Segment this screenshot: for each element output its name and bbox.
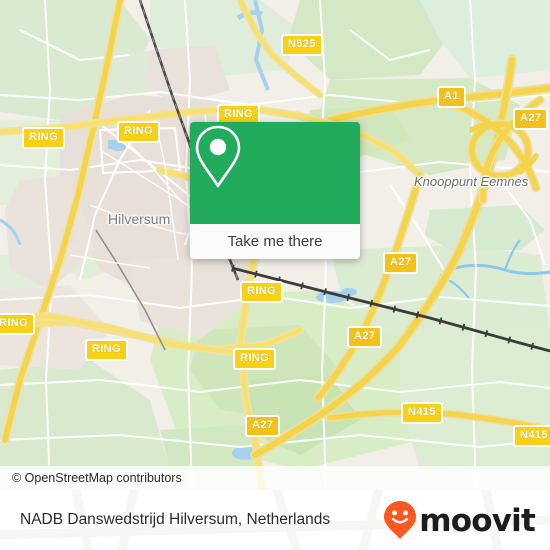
road-shield-ring[interactable]: RING bbox=[240, 281, 284, 303]
road-shield-ring[interactable]: RING bbox=[85, 339, 129, 361]
map-screenshot: Hilversum Knooppunt Eemnes N525 RING RIN… bbox=[0, 0, 550, 550]
road-shield-ring[interactable]: RING bbox=[0, 313, 36, 335]
road-shield-ring[interactable]: RING bbox=[117, 121, 161, 143]
map-canvas[interactable]: Hilversum Knooppunt Eemnes N525 RING RIN… bbox=[0, 0, 550, 490]
location-title: NADB Danswedstrijd Hilversum, Netherland… bbox=[20, 511, 331, 528]
map-pin-icon bbox=[195, 125, 241, 188]
road-shield-a1[interactable]: A1 bbox=[437, 86, 466, 108]
moovit-wordmark: moovit bbox=[419, 502, 536, 539]
road-shield-ring[interactable]: RING bbox=[233, 348, 277, 370]
road-shield-a27[interactable]: A27 bbox=[245, 415, 281, 437]
road-shield-n415[interactable]: N415 bbox=[401, 402, 443, 424]
road-shield-a27[interactable]: A27 bbox=[347, 326, 383, 348]
footer-bar: NADB Danswedstrijd Hilversum, Netherland… bbox=[0, 490, 550, 550]
osm-attribution-text[interactable]: © OpenStreetMap contributors bbox=[0, 471, 182, 485]
take-me-there-button[interactable]: Take me there bbox=[190, 224, 360, 259]
road-shield-n415[interactable]: N415 bbox=[513, 425, 550, 447]
place-label-knooppunt-eemnes: Knooppunt Eemnes bbox=[414, 174, 529, 189]
location-card[interactable]: Take me there bbox=[190, 122, 360, 259]
road-shield-a27[interactable]: A27 bbox=[513, 108, 549, 130]
map-attribution-bar: © OpenStreetMap contributors bbox=[0, 466, 550, 490]
road-shield-a27[interactable]: A27 bbox=[383, 252, 419, 274]
card-pin-area bbox=[190, 122, 360, 224]
place-label-hilversum: Hilversum bbox=[108, 211, 171, 227]
road-shield-ring[interactable]: RING bbox=[22, 127, 66, 149]
moovit-logo[interactable]: moovit bbox=[383, 490, 536, 550]
moovit-pin-smiley-icon bbox=[384, 501, 417, 539]
road-shield-n525[interactable]: N525 bbox=[281, 34, 323, 56]
